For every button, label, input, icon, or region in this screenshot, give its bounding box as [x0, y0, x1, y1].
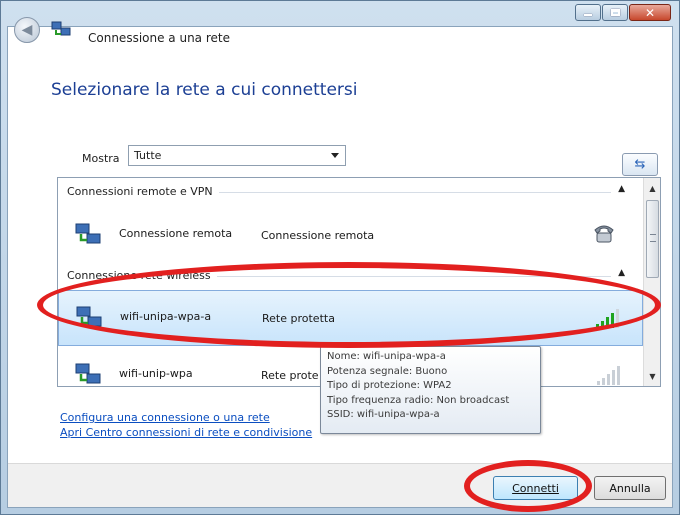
- window-title: Connessione a una rete: [88, 31, 230, 45]
- scroll-up-button[interactable]: ▲: [645, 180, 660, 196]
- back-button[interactable]: ◀: [14, 17, 40, 43]
- scroll-thumb[interactable]: [646, 200, 659, 278]
- network-center-link[interactable]: Apri Centro connessioni di rete e condiv…: [60, 426, 312, 439]
- network-status: Connessione remota: [261, 229, 375, 242]
- close-button[interactable]: ✕: [629, 4, 671, 21]
- network-name: wifi-unip-wpa: [119, 367, 193, 380]
- phone-icon: [594, 225, 614, 243]
- group-title: Connessioni remote e VPN: [67, 185, 219, 198]
- refresh-icon: ⇆: [634, 157, 646, 172]
- network-icon: [76, 306, 102, 327]
- network-name: wifi-unipa-wpa-a: [120, 310, 212, 323]
- connect-button[interactable]: Connetti: [493, 476, 578, 500]
- filter-dropdown[interactable]: Tutte: [128, 145, 346, 166]
- back-arrow-icon: ◀: [21, 22, 33, 38]
- tooltip-signal: Potenza segnale: Buono: [327, 365, 448, 377]
- setup-connection-link[interactable]: Configura una connessione o una rete: [60, 411, 270, 424]
- network-icon: [75, 363, 101, 384]
- tooltip-name: Nome: wifi-unipa-wpa-a: [327, 351, 446, 362]
- network-icon: [51, 21, 71, 36]
- list-scrollbar[interactable]: ▲ ▼: [643, 178, 660, 386]
- group-title: Connessione rete wireless: [67, 269, 217, 282]
- tooltip-radio: Tipo frequenza radio: Non broadcast: [327, 394, 510, 406]
- chevron-up-icon: ▲: [618, 268, 625, 278]
- refresh-button[interactable]: ⇆: [622, 153, 658, 176]
- connect-label: Connetti: [512, 481, 559, 495]
- network-icon: [75, 223, 101, 244]
- filter-label: Mostra: [82, 152, 120, 165]
- chevron-up-icon: ▲: [618, 184, 625, 194]
- signal-strength-icon: [597, 366, 620, 385]
- chevron-down-icon: [331, 153, 339, 158]
- network-tooltip: Nome: wifi-unipa-wpa-a Potenza segnale: …: [320, 346, 541, 434]
- group-header-remote[interactable]: Connessioni remote e VPN ▲: [58, 180, 643, 202]
- signal-strength-icon: [596, 309, 619, 328]
- group-header-wireless[interactable]: Connessione rete wireless ▲: [58, 264, 643, 286]
- page-title: Selezionare la rete a cui connettersi: [51, 80, 358, 100]
- minimize-icon: [584, 14, 592, 16]
- maximize-icon: [610, 9, 620, 16]
- network-row-wifi-unipa-wpa-a[interactable]: wifi-unipa-wpa-a Rete protetta: [58, 290, 643, 346]
- scroll-down-button[interactable]: ▼: [645, 368, 660, 384]
- network-name: Connessione remota: [119, 227, 233, 240]
- network-status: Rete protetta: [262, 312, 335, 325]
- filter-selected-value: Tutte: [134, 149, 162, 162]
- network-row-remote[interactable]: Connessione remota Connessione remota: [58, 208, 643, 264]
- tooltip-ssid: SSID: wifi-unipa-wpa-a: [327, 409, 440, 420]
- close-icon: ✕: [644, 5, 656, 20]
- network-status: Rete prote: [261, 369, 319, 382]
- cancel-button[interactable]: Annulla: [594, 476, 666, 500]
- minimize-button[interactable]: [575, 4, 601, 21]
- tooltip-security: Tipo di protezione: WPA2: [327, 380, 452, 391]
- window-controls: ✕: [575, 4, 671, 21]
- grip-icon: [650, 234, 656, 242]
- maximize-button[interactable]: [602, 4, 628, 21]
